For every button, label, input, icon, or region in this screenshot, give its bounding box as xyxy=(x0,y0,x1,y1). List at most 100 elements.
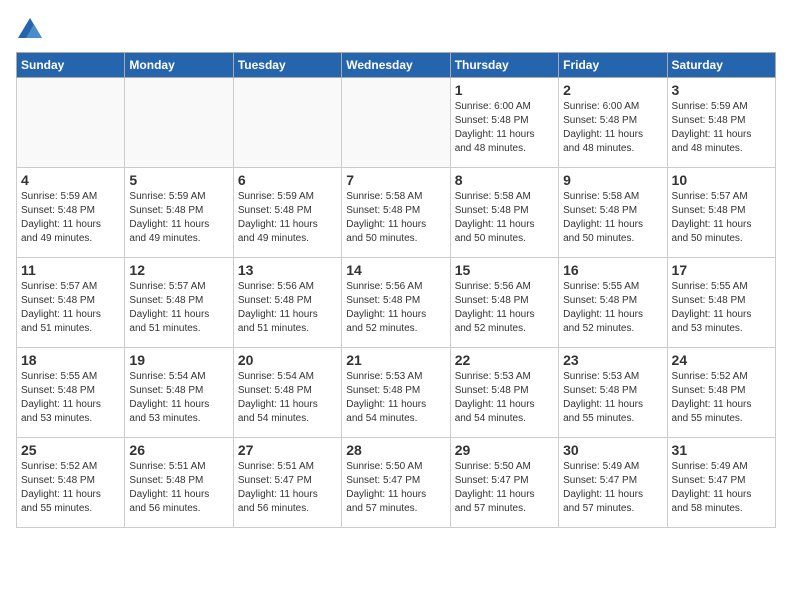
day-number: 17 xyxy=(672,262,771,278)
day-info: Sunrise: 6:00 AMSunset: 5:48 PMDaylight:… xyxy=(455,100,554,156)
day-number: 12 xyxy=(129,262,228,278)
day-info: Sunrise: 5:57 AMSunset: 5:48 PMDaylight:… xyxy=(21,280,120,336)
day-of-week-header: Monday xyxy=(125,53,233,78)
day-info: Sunrise: 5:55 AMSunset: 5:48 PMDaylight:… xyxy=(563,280,662,336)
day-number: 8 xyxy=(455,172,554,188)
day-of-week-header: Saturday xyxy=(667,53,775,78)
day-info: Sunrise: 5:52 AMSunset: 5:48 PMDaylight:… xyxy=(21,460,120,516)
day-number: 15 xyxy=(455,262,554,278)
day-of-week-header: Friday xyxy=(559,53,667,78)
day-number: 5 xyxy=(129,172,228,188)
day-info: Sunrise: 5:57 AMSunset: 5:48 PMDaylight:… xyxy=(129,280,228,336)
day-info: Sunrise: 5:57 AMSunset: 5:48 PMDaylight:… xyxy=(672,190,771,246)
day-number: 9 xyxy=(563,172,662,188)
day-number: 13 xyxy=(238,262,337,278)
calendar-day-cell: 20Sunrise: 5:54 AMSunset: 5:48 PMDayligh… xyxy=(233,348,341,438)
calendar-day-cell xyxy=(342,78,450,168)
day-number: 22 xyxy=(455,352,554,368)
day-info: Sunrise: 5:54 AMSunset: 5:48 PMDaylight:… xyxy=(238,370,337,426)
day-number: 10 xyxy=(672,172,771,188)
calendar-header-row: SundayMondayTuesdayWednesdayThursdayFrid… xyxy=(17,53,776,78)
calendar-day-cell: 18 Sunrise: 5:55 AMSunset: 5:48 PMDayligh… xyxy=(17,348,125,438)
day-info: Sunrise: 5:58 AMSunset: 5:48 PMDaylight:… xyxy=(563,190,662,246)
calendar-day-cell: 14 Sunrise: 5:56 AMSunset: 5:48 PMDayligh… xyxy=(342,258,450,348)
calendar-day-cell: 8 Sunrise: 5:58 AMSunset: 5:48 PMDaylight… xyxy=(450,168,558,258)
day-info: Sunrise: 5:59 AMSunset: 5:48 PMDaylight:… xyxy=(21,190,120,246)
day-number: 11 xyxy=(21,262,120,278)
calendar-day-cell: 11 Sunrise: 5:57 AMSunset: 5:48 PMDayligh… xyxy=(17,258,125,348)
day-info: Sunrise: 5:58 AMSunset: 5:48 PMDaylight:… xyxy=(455,190,554,246)
day-number: 29 xyxy=(455,442,554,458)
day-info: Sunrise: 5:52 AMSunset: 5:48 PMDaylight:… xyxy=(672,370,771,426)
day-number: 4 xyxy=(21,172,120,188)
day-info: Sunrise: 5:53 AMSunset: 5:48 PMDaylight:… xyxy=(346,370,445,426)
day-of-week-header: Sunday xyxy=(17,53,125,78)
day-info: Sunrise: 5:55 AMSunset: 5:48 PMDaylight:… xyxy=(21,370,120,426)
calendar-day-cell: 1Sunrise: 6:00 AMSunset: 5:48 PMDaylight… xyxy=(450,78,558,168)
calendar-day-cell: 25 Sunrise: 5:52 AMSunset: 5:48 PMDayligh… xyxy=(17,438,125,528)
calendar-day-cell: 15 Sunrise: 5:56 AMSunset: 5:48 PMDayligh… xyxy=(450,258,558,348)
calendar-day-cell: 29 Sunrise: 5:50 AMSunset: 5:47 PMDayligh… xyxy=(450,438,558,528)
day-number: 3 xyxy=(672,82,771,98)
calendar-day-cell: 10 Sunrise: 5:57 AMSunset: 5:48 PMDayligh… xyxy=(667,168,775,258)
page-header xyxy=(16,16,776,44)
calendar-day-cell: 26 Sunrise: 5:51 AMSunset: 5:48 PMDayligh… xyxy=(125,438,233,528)
calendar-day-cell: 28 Sunrise: 5:50 AMSunset: 5:47 PMDayligh… xyxy=(342,438,450,528)
day-info: Sunrise: 5:53 AMSunset: 5:48 PMDaylight:… xyxy=(455,370,554,426)
day-number: 25 xyxy=(21,442,120,458)
day-number: 16 xyxy=(563,262,662,278)
calendar-day-cell: 24 Sunrise: 5:52 AMSunset: 5:48 PMDayligh… xyxy=(667,348,775,438)
calendar-day-cell: 21 Sunrise: 5:53 AMSunset: 5:48 PMDayligh… xyxy=(342,348,450,438)
calendar-day-cell: 30Sunrise: 5:49 AMSunset: 5:47 PMDayligh… xyxy=(559,438,667,528)
logo-icon xyxy=(16,16,44,44)
calendar-week-row: 18 Sunrise: 5:55 AMSunset: 5:48 PMDayligh… xyxy=(17,348,776,438)
day-info: Sunrise: 6:00 AMSunset: 5:48 PMDaylight:… xyxy=(563,100,662,156)
calendar-day-cell: 6Sunrise: 5:59 AMSunset: 5:48 PMDaylight… xyxy=(233,168,341,258)
day-number: 28 xyxy=(346,442,445,458)
day-info: Sunrise: 5:51 AMSunset: 5:47 PMDaylight:… xyxy=(238,460,337,516)
day-info: Sunrise: 5:56 AMSunset: 5:48 PMDaylight:… xyxy=(455,280,554,336)
calendar-day-cell: 12 Sunrise: 5:57 AMSunset: 5:48 PMDayligh… xyxy=(125,258,233,348)
day-number: 14 xyxy=(346,262,445,278)
calendar-day-cell: 23 Sunrise: 5:53 AMSunset: 5:48 PMDayligh… xyxy=(559,348,667,438)
day-of-week-header: Thursday xyxy=(450,53,558,78)
calendar-day-cell: 2 Sunrise: 6:00 AMSunset: 5:48 PMDaylight… xyxy=(559,78,667,168)
calendar-day-cell: 13Sunrise: 5:56 AMSunset: 5:48 PMDayligh… xyxy=(233,258,341,348)
calendar-table: SundayMondayTuesdayWednesdayThursdayFrid… xyxy=(16,52,776,528)
day-number: 27 xyxy=(238,442,337,458)
calendar-day-cell: 16 Sunrise: 5:55 AMSunset: 5:48 PMDayligh… xyxy=(559,258,667,348)
calendar-week-row: 1Sunrise: 6:00 AMSunset: 5:48 PMDaylight… xyxy=(17,78,776,168)
calendar-day-cell: 5Sunrise: 5:59 AMSunset: 5:48 PMDaylight… xyxy=(125,168,233,258)
day-number: 18 xyxy=(21,352,120,368)
day-info: Sunrise: 5:50 AMSunset: 5:47 PMDaylight:… xyxy=(455,460,554,516)
calendar-day-cell: 7Sunrise: 5:58 AMSunset: 5:48 PMDaylight… xyxy=(342,168,450,258)
calendar-day-cell: 9 Sunrise: 5:58 AMSunset: 5:48 PMDaylight… xyxy=(559,168,667,258)
day-info: Sunrise: 5:53 AMSunset: 5:48 PMDaylight:… xyxy=(563,370,662,426)
day-info: Sunrise: 5:58 AMSunset: 5:48 PMDaylight:… xyxy=(346,190,445,246)
day-info: Sunrise: 5:59 AMSunset: 5:48 PMDaylight:… xyxy=(672,100,771,156)
day-number: 24 xyxy=(672,352,771,368)
logo xyxy=(16,16,48,44)
calendar-day-cell: 22 Sunrise: 5:53 AMSunset: 5:48 PMDayligh… xyxy=(450,348,558,438)
calendar-day-cell: 19Sunrise: 5:54 AMSunset: 5:48 PMDayligh… xyxy=(125,348,233,438)
day-number: 19 xyxy=(129,352,228,368)
day-number: 21 xyxy=(346,352,445,368)
calendar-week-row: 4 Sunrise: 5:59 AMSunset: 5:48 PMDaylight… xyxy=(17,168,776,258)
day-info: Sunrise: 5:51 AMSunset: 5:48 PMDaylight:… xyxy=(129,460,228,516)
day-info: Sunrise: 5:50 AMSunset: 5:47 PMDaylight:… xyxy=(346,460,445,516)
calendar-day-cell: 27 Sunrise: 5:51 AMSunset: 5:47 PMDayligh… xyxy=(233,438,341,528)
day-of-week-header: Tuesday xyxy=(233,53,341,78)
calendar-day-cell: 3 Sunrise: 5:59 AMSunset: 5:48 PMDaylight… xyxy=(667,78,775,168)
calendar-day-cell: 31Sunrise: 5:49 AMSunset: 5:47 PMDayligh… xyxy=(667,438,775,528)
day-info: Sunrise: 5:56 AMSunset: 5:48 PMDaylight:… xyxy=(346,280,445,336)
calendar-day-cell: 4 Sunrise: 5:59 AMSunset: 5:48 PMDaylight… xyxy=(17,168,125,258)
day-info: Sunrise: 5:59 AMSunset: 5:48 PMDaylight:… xyxy=(238,190,337,246)
day-number: 2 xyxy=(563,82,662,98)
calendar-day-cell xyxy=(125,78,233,168)
day-info: Sunrise: 5:55 AMSunset: 5:48 PMDaylight:… xyxy=(672,280,771,336)
day-number: 31 xyxy=(672,442,771,458)
calendar-day-cell xyxy=(233,78,341,168)
day-number: 23 xyxy=(563,352,662,368)
day-info: Sunrise: 5:49 AMSunset: 5:47 PMDaylight:… xyxy=(563,460,662,516)
day-number: 26 xyxy=(129,442,228,458)
